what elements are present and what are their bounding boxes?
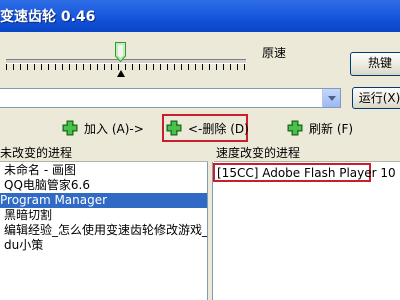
delete-button-label: <-删除 (D) xyxy=(188,121,249,136)
unchanged-processes-header: 未改变的进程 xyxy=(0,145,208,162)
run-button[interactable]: 运行(X) xyxy=(352,87,400,109)
changed-process-list[interactable]: [15CC] Adobe Flash Player 10 xyxy=(212,162,400,300)
list-item[interactable]: 未命名 - 画图 xyxy=(0,163,207,178)
delete-button[interactable]: <-删除 (D) xyxy=(166,116,249,140)
slider-position-marker xyxy=(117,70,125,77)
process-select[interactable] xyxy=(0,88,341,108)
list-item[interactable]: [15CC] Adobe Flash Player 10 xyxy=(217,166,396,180)
speed-label: 原速 xyxy=(262,46,287,60)
hotkey-button[interactable]: 热键 xyxy=(350,52,400,76)
list-item[interactable]: Program Manager xyxy=(0,193,207,208)
add-button-label: 加入 (A)-> xyxy=(84,121,144,136)
list-item[interactable]: du小策 xyxy=(0,238,207,253)
title-bar[interactable]: 变速齿轮 0.46 xyxy=(0,0,400,32)
list-item[interactable]: 黑暗切割 xyxy=(0,208,207,223)
list-item[interactable]: QQ电脑管家6.6 xyxy=(0,178,207,193)
green-plus-icon xyxy=(62,120,78,136)
green-plus-icon xyxy=(287,120,303,136)
refresh-button[interactable]: 刷新 (F) xyxy=(287,116,353,140)
green-plus-icon xyxy=(166,120,182,136)
list-item[interactable]: 编辑经验_怎么使用变速齿轮修改游戏_百度 xyxy=(0,223,207,238)
slider-thumb[interactable] xyxy=(115,42,126,62)
add-button[interactable]: 加入 (A)-> xyxy=(62,116,144,140)
window-title: 变速齿轮 0.46 xyxy=(0,9,96,25)
speed-slider-area: 原速 热键 xyxy=(0,32,400,90)
refresh-button-label: 刷新 (F) xyxy=(309,121,354,136)
slider-ticks xyxy=(6,64,246,70)
changed-processes-header: 速度改变的进程 xyxy=(214,145,400,162)
chevron-down-icon[interactable] xyxy=(322,89,340,107)
unchanged-process-list[interactable]: 未命名 - 画图 QQ电脑管家6.6 Program Manager 黑暗切割 … xyxy=(0,162,208,300)
